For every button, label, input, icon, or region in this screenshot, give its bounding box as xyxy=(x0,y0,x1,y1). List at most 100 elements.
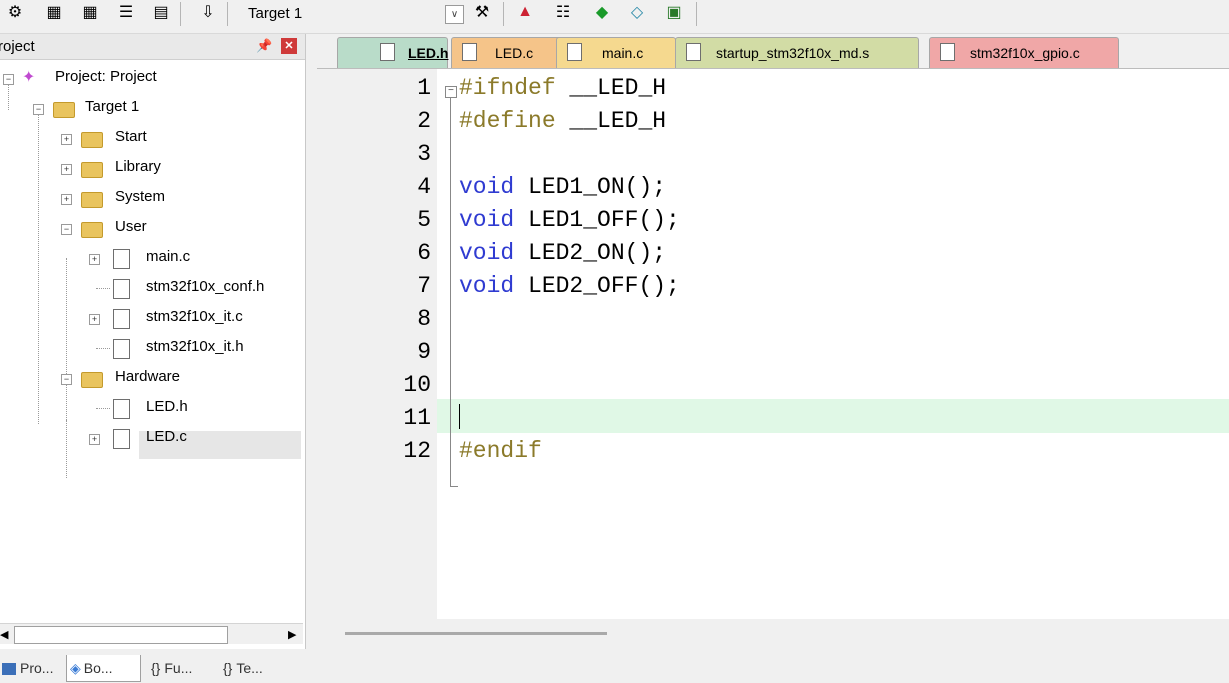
target-select[interactable]: Target 1 ∨ xyxy=(237,3,467,25)
tree-line xyxy=(96,348,110,349)
tab-templates[interactable]: {} Te... xyxy=(220,655,290,681)
rebuild-icon[interactable]: ▦ xyxy=(44,2,64,22)
toolbar: ⚙ ▦ ▦ ☰ ▤ ⇩ Target 1 ∨ ⚒ ▲ ☷ ◆ ◇ ▣ xyxy=(0,0,1229,34)
file-tab-led-h[interactable]: LED.h xyxy=(337,37,448,68)
editor-area: LED.h LED.c main.c startup_stm32f10x_md.… xyxy=(317,34,1229,649)
file-tab-gpio[interactable]: stm32f10x_gpio.c xyxy=(929,37,1119,68)
line-number: 2 xyxy=(417,108,431,134)
line-number: 8 xyxy=(417,306,431,332)
tab-project[interactable]: Pro... xyxy=(0,655,62,681)
line-number: 5 xyxy=(417,207,431,233)
tab-books[interactable]: ◈ Bo... xyxy=(66,655,141,682)
file-icon xyxy=(113,399,130,419)
books-icon: ◈ xyxy=(70,660,81,676)
tree-node-file[interactable]: stm32f10x_conf.h xyxy=(0,274,300,302)
folder-icon xyxy=(81,162,103,178)
tree-node-file[interactable]: + LED.c xyxy=(0,424,300,452)
editor-horizontal-scrollbar[interactable] xyxy=(317,619,1229,649)
file-tab-label: stm32f10x_gpio.c xyxy=(970,45,1080,61)
tree-node-file[interactable]: + stm32f10x_it.c xyxy=(0,304,300,332)
code-line: void LED1_ON(); xyxy=(459,174,666,200)
tree-label-system: System xyxy=(115,188,166,205)
code-text: __LED_H xyxy=(555,75,667,101)
functions-icon: {} xyxy=(151,660,161,676)
file-icon xyxy=(113,309,130,329)
tree-node-project[interactable]: − ✦ Project: Project xyxy=(0,64,300,92)
line-number: 1 xyxy=(417,75,431,101)
panel-horizontal-scrollbar[interactable]: ◀ ▶ xyxy=(0,623,303,644)
tree-label-start: Start xyxy=(115,128,147,145)
file-tab-label: LED.c xyxy=(495,45,534,61)
tree-node-file[interactable]: + main.c xyxy=(0,244,300,272)
expand-icon[interactable]: + xyxy=(89,434,100,445)
tree-node-group[interactable]: − User xyxy=(0,214,300,242)
fold-guide-end xyxy=(450,486,458,488)
file-tab-label: LED.h xyxy=(408,45,449,61)
file-icon xyxy=(113,249,130,269)
preprocessor-token: #ifndef xyxy=(459,75,556,101)
tree-label-target: Target 1 xyxy=(85,98,140,115)
expand-icon[interactable]: + xyxy=(61,194,72,205)
tree-node-file-selected[interactable]: LED.h xyxy=(0,394,300,422)
tab-templates-label: Te... xyxy=(236,660,263,676)
project-icon: ✦ xyxy=(22,69,36,86)
keyword-token: void xyxy=(459,240,515,266)
tree-label-file: LED.c xyxy=(146,428,187,445)
chevron-down-icon[interactable]: ∨ xyxy=(445,5,464,24)
tab-functions[interactable]: {} Fu... xyxy=(148,655,214,681)
tab-project-label: Pro... xyxy=(20,660,54,676)
inspect-icon[interactable]: ◇ xyxy=(627,2,647,22)
collapse-icon[interactable]: − xyxy=(61,224,72,235)
collapse-icon[interactable]: − xyxy=(3,74,14,85)
fold-collapse-icon[interactable]: − xyxy=(445,86,457,98)
scroll-left-icon[interactable]: ◀ xyxy=(0,628,8,641)
download-icon[interactable]: ▤ xyxy=(151,2,171,22)
code-line: void LED1_OFF(); xyxy=(459,207,680,233)
code-text: LED2_OFF(); xyxy=(514,273,680,299)
expand-icon[interactable]: + xyxy=(61,164,72,175)
scroll-right-icon[interactable]: ▶ xyxy=(288,628,296,641)
tree-node-group[interactable]: + System xyxy=(0,184,300,212)
tree-label-library: Library xyxy=(115,158,161,175)
code-editor[interactable]: − #ifndef __LED_H #define __LED_H void L… xyxy=(437,69,1229,619)
close-icon[interactable]: ✕ xyxy=(281,38,297,54)
tree-node-target[interactable]: − Target 1 xyxy=(0,94,300,122)
tree-node-group[interactable]: + Start xyxy=(0,124,300,152)
collapse-icon[interactable]: − xyxy=(61,374,72,385)
file-tab-startup[interactable]: startup_stm32f10x_md.s xyxy=(675,37,919,68)
batch-build-icon[interactable]: ⚙ xyxy=(5,2,25,22)
code-text: LED1_ON(); xyxy=(514,174,667,200)
scroll-thumb[interactable] xyxy=(14,626,228,644)
build-icon[interactable]: ▦ xyxy=(80,2,100,22)
expand-icon[interactable]: + xyxy=(89,254,100,265)
file-tabs-bar: LED.h LED.c main.c startup_stm32f10x_md.… xyxy=(317,34,1229,69)
pin-icon[interactable]: 📌 xyxy=(256,38,272,54)
code-line: void LED2_ON(); xyxy=(459,240,666,266)
manage-icon[interactable]: ▲ xyxy=(515,2,535,22)
file-icon xyxy=(380,43,395,61)
options-icon[interactable]: ⚒ xyxy=(472,2,492,22)
code-line: #endif xyxy=(459,438,542,464)
tree-node-file[interactable]: stm32f10x_it.h xyxy=(0,334,300,362)
code-text: LED2_ON(); xyxy=(514,240,667,266)
select-device-icon[interactable]: ◆ xyxy=(592,2,612,22)
tree-line xyxy=(96,408,110,409)
file-tab-main-c[interactable]: main.c xyxy=(556,37,676,68)
scroll-thumb[interactable] xyxy=(345,632,607,635)
file-tab-led-c[interactable]: LED.c xyxy=(451,37,562,68)
keyword-token: void xyxy=(459,207,515,233)
expand-icon[interactable]: + xyxy=(61,134,72,145)
panel-bottom-tabs: Pro... ◈ Bo... {} Fu... {} Te... xyxy=(0,653,305,683)
code-text: LED1_OFF(); xyxy=(514,207,680,233)
panel-title-bar: roject 📌 ✕ xyxy=(0,34,305,60)
pack-installer-icon[interactable]: ☷ xyxy=(553,2,573,22)
load-icon[interactable]: ⇩ xyxy=(198,2,218,22)
collapse-icon[interactable]: − xyxy=(33,104,44,115)
cpu-icon[interactable]: ▣ xyxy=(664,2,684,22)
tree-node-group[interactable]: + Library xyxy=(0,154,300,182)
tree-node-group[interactable]: − Hardware xyxy=(0,364,300,392)
expand-icon[interactable]: + xyxy=(89,314,100,325)
stack-icon[interactable]: ☰ xyxy=(116,2,136,22)
target-select-value: Target 1 xyxy=(248,5,303,22)
file-icon xyxy=(462,43,477,61)
